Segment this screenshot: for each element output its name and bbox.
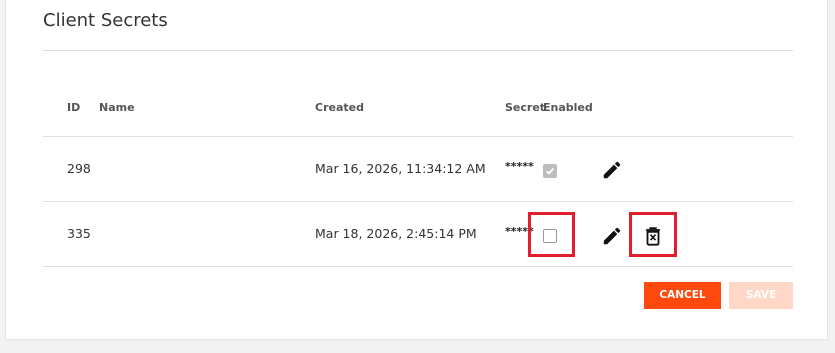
save-button[interactable]: SAVE xyxy=(729,282,793,309)
header-divider xyxy=(43,136,793,137)
header-id: ID xyxy=(67,101,81,114)
header-created: Created xyxy=(315,101,364,114)
pencil-icon xyxy=(603,227,621,245)
delete-button[interactable] xyxy=(642,225,664,247)
edit-button[interactable] xyxy=(601,225,623,247)
cancel-button[interactable]: CANCEL xyxy=(644,282,721,309)
trash-icon xyxy=(646,227,660,246)
row-secret: ***** xyxy=(505,160,534,173)
header-enabled: Enabled xyxy=(543,101,593,114)
header-name: Name xyxy=(99,101,135,114)
row-id: 335 xyxy=(67,226,91,241)
section-title: Client Secrets xyxy=(43,10,168,31)
client-secrets-card: Client Secrets ID Name Created Secret En… xyxy=(5,0,828,340)
row-created: Mar 18, 2026, 2:45:14 PM xyxy=(315,226,477,241)
row-divider xyxy=(43,201,793,202)
row-id: 298 xyxy=(67,161,91,176)
row-created: Mar 16, 2026, 11:34:12 AM xyxy=(315,161,486,176)
row-divider xyxy=(43,266,793,267)
header-secret: Secret xyxy=(505,101,546,114)
edit-button[interactable] xyxy=(601,159,623,181)
enabled-checkbox[interactable] xyxy=(543,164,557,178)
title-divider xyxy=(43,50,793,51)
pencil-icon xyxy=(603,161,621,179)
enabled-checkbox[interactable] xyxy=(543,229,557,243)
checkmark-icon xyxy=(545,167,555,175)
